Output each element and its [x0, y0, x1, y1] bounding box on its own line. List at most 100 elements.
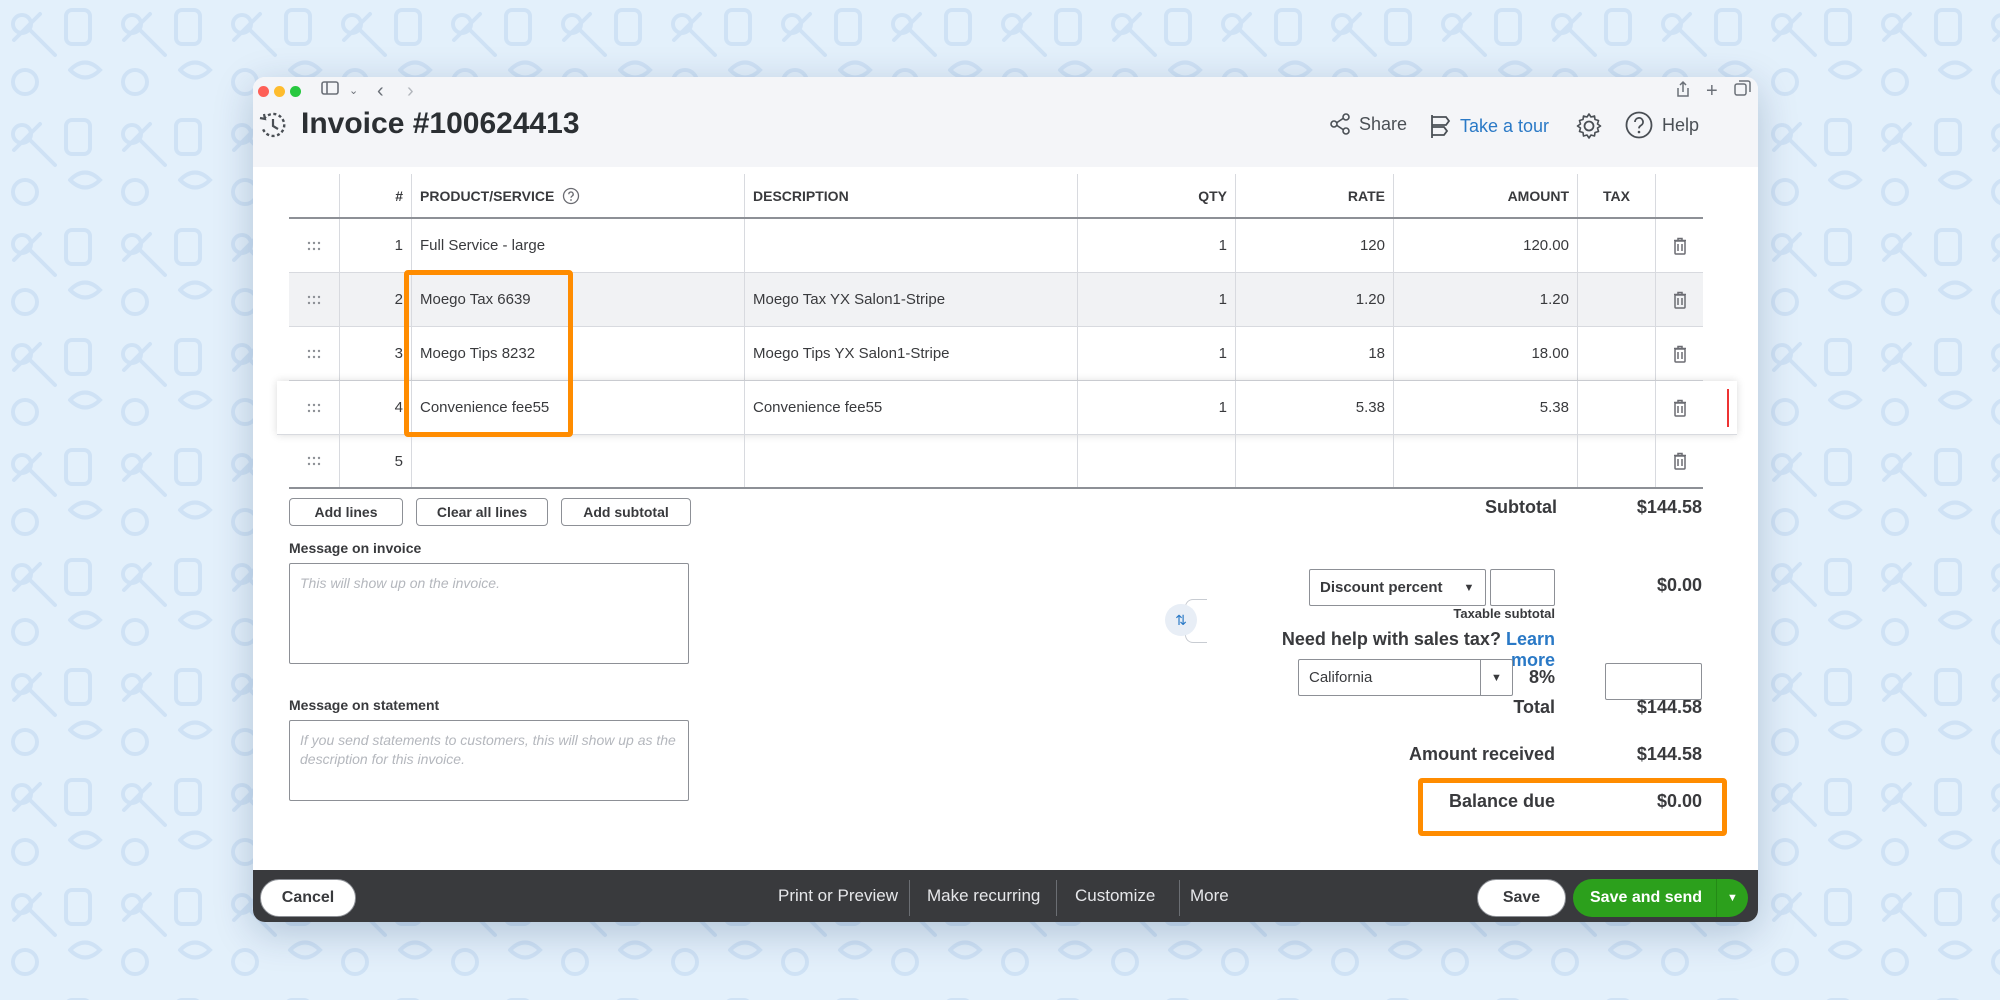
save-button[interactable]: Save — [1477, 879, 1566, 917]
page-title: Invoice #100624413 — [301, 107, 580, 140]
print-preview-button[interactable]: Print or Preview — [778, 886, 898, 906]
cancel-button[interactable]: Cancel — [260, 879, 356, 917]
row-number: 1 — [339, 219, 411, 272]
amount-cell-text: 1.20 — [1539, 291, 1569, 308]
chevron-down-icon[interactable]: ⌄ — [349, 80, 358, 102]
tax-region-select[interactable]: California ▼ — [1298, 659, 1513, 696]
history-icon[interactable] — [258, 110, 288, 140]
drag-handle-icon[interactable] — [289, 435, 339, 487]
tax-cell[interactable] — [1577, 381, 1655, 434]
drag-handle-icon[interactable] — [289, 381, 339, 434]
table-header: # PRODUCT/SERVICE DESCRIPTION QTY RATE A… — [289, 174, 1703, 219]
qty-cell[interactable]: 1 — [1077, 219, 1235, 272]
tax-cell[interactable] — [1577, 435, 1655, 487]
qty-cell[interactable]: 1 — [1077, 327, 1235, 380]
amount-cell[interactable]: 18.00 — [1393, 327, 1577, 380]
rate-cell[interactable]: 18 — [1235, 327, 1393, 380]
qty-cell[interactable] — [1077, 435, 1235, 487]
message-invoice-input[interactable]: This will show up on the invoice. — [289, 563, 689, 664]
footer-separator — [1056, 880, 1057, 916]
trash-icon[interactable] — [1655, 273, 1703, 326]
tax-cell[interactable] — [1577, 273, 1655, 326]
amount-cell[interactable]: 5.38 — [1393, 381, 1577, 434]
col-rate: RATE — [1235, 174, 1393, 217]
sidebar-toggle-icon[interactable] — [321, 80, 339, 103]
trash-icon[interactable] — [1655, 219, 1703, 272]
taxable-subtotal-label: Taxable subtotal — [1453, 606, 1555, 621]
trash-icon[interactable] — [1655, 327, 1703, 380]
take-tour-button[interactable]: Take a tour — [1428, 113, 1549, 139]
drag-handle-icon[interactable] — [289, 219, 339, 272]
description-cell[interactable]: Convenience fee55 — [744, 381, 1077, 434]
qty-cell-text: 1 — [1218, 399, 1227, 416]
help-label: Help — [1662, 114, 1700, 135]
forward-icon[interactable]: › — [407, 80, 414, 102]
discount-value: $0.00 — [1656, 575, 1702, 595]
discount-type-value: Discount percent — [1320, 579, 1443, 596]
table-row[interactable]: 1 Full Service - large 1 120 120.00 — [289, 219, 1703, 273]
back-icon[interactable]: ‹ — [377, 80, 384, 102]
qty-cell[interactable]: 1 — [1077, 381, 1235, 434]
trash-icon[interactable] — [1655, 381, 1703, 434]
tab-overview-icon[interactable] — [1734, 80, 1751, 104]
amount-cell[interactable]: 1.20 — [1393, 273, 1577, 326]
amount-cell[interactable] — [1393, 435, 1577, 487]
zoom-window-button[interactable] — [290, 86, 301, 97]
amount-received-label: Amount received — [1408, 744, 1555, 764]
make-recurring-button[interactable]: Make recurring — [927, 886, 1040, 906]
drag-handle-icon[interactable] — [289, 327, 339, 380]
chevron-down-icon[interactable]: ▼ — [1716, 879, 1748, 917]
discount-type-select[interactable]: Discount percent ▼ — [1309, 569, 1486, 606]
rate-cell-text: 5.38 — [1355, 399, 1385, 416]
more-button[interactable]: More — [1190, 886, 1229, 906]
product-cell[interactable] — [411, 435, 744, 487]
tax-cell[interactable] — [1577, 219, 1655, 272]
share-window-icon[interactable] — [1675, 80, 1691, 105]
clear-all-lines-button[interactable]: Clear all lines — [416, 498, 548, 526]
product-cell[interactable]: Full Service - large — [411, 219, 744, 272]
discount-percent-input[interactable] — [1490, 569, 1555, 606]
help-button[interactable]: Help — [1624, 110, 1699, 140]
description-cell[interactable] — [744, 219, 1077, 272]
col-product: PRODUCT/SERVICE — [411, 174, 744, 217]
description-cell-text: Moego Tax YX Salon1-Stripe — [753, 291, 946, 308]
rate-cell[interactable]: 5.38 — [1235, 381, 1393, 434]
message-invoice-label: Message on invoice — [289, 540, 422, 556]
customize-button[interactable]: Customize — [1075, 886, 1155, 906]
message-statement-input[interactable]: If you send statements to customers, thi… — [289, 720, 689, 801]
row-number-text: 4 — [394, 399, 403, 416]
product-highlight-box — [404, 270, 573, 437]
swap-icon[interactable]: ⇅ — [1165, 604, 1197, 636]
subtotal-value: $144.58 — [1636, 497, 1702, 517]
amount-cell[interactable]: 120.00 — [1393, 219, 1577, 272]
description-cell[interactable]: Moego Tax YX Salon1-Stripe — [744, 273, 1077, 326]
qty-cell[interactable]: 1 — [1077, 273, 1235, 326]
save-and-send-button[interactable]: Save and send ▼ — [1573, 879, 1748, 917]
drag-handle-icon[interactable] — [289, 273, 339, 326]
amount-cell-text: 18.00 — [1531, 345, 1569, 362]
tax-amount-input[interactable] — [1605, 663, 1702, 700]
add-lines-button[interactable]: Add lines — [289, 498, 403, 526]
description-cell[interactable]: Moego Tips YX Salon1-Stripe — [744, 327, 1077, 380]
gear-icon[interactable] — [1574, 111, 1604, 141]
minimize-window-button[interactable] — [274, 86, 285, 97]
add-subtotal-button[interactable]: Add subtotal — [561, 498, 691, 526]
tax-rate: 8% — [1528, 667, 1555, 687]
rate-cell[interactable]: 1.20 — [1235, 273, 1393, 326]
rate-cell[interactable]: 120 — [1235, 219, 1393, 272]
tax-cell[interactable] — [1577, 327, 1655, 380]
learn-more-link[interactable]: Learn more — [1506, 629, 1555, 670]
save-and-send-label: Save and send — [1590, 889, 1703, 906]
trash-icon[interactable] — [1655, 435, 1703, 487]
share-button[interactable]: Share — [1329, 113, 1407, 135]
qty-cell-text: 1 — [1218, 291, 1227, 308]
close-window-button[interactable] — [258, 86, 269, 97]
new-tab-icon[interactable]: + — [1706, 80, 1718, 102]
table-row[interactable]: 5 — [289, 435, 1703, 489]
description-cell[interactable] — [744, 435, 1077, 487]
row-number-text: 1 — [394, 237, 403, 254]
rate-cell-text: 18 — [1368, 345, 1385, 362]
rate-cell[interactable] — [1235, 435, 1393, 487]
help-circle-icon[interactable] — [562, 187, 580, 205]
take-tour-label: Take a tour — [1460, 115, 1550, 136]
